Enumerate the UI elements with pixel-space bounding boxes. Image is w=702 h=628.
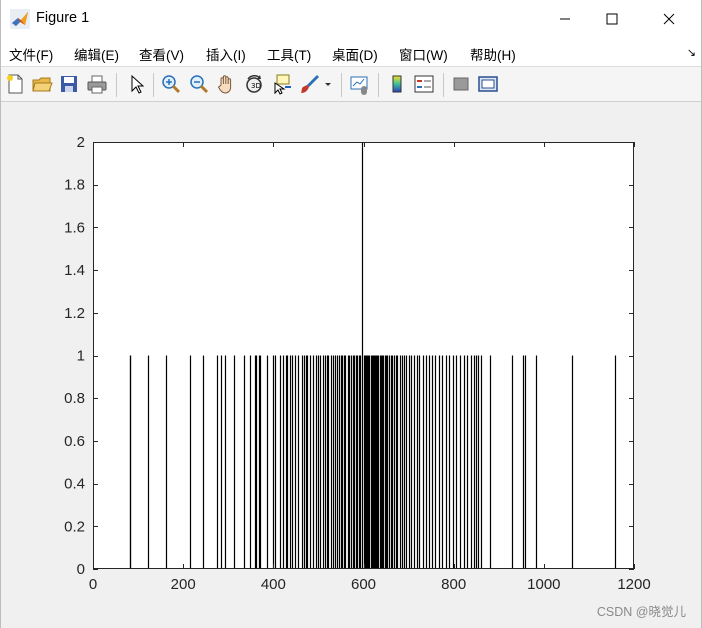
link-plot-icon[interactable] xyxy=(349,73,371,95)
x-tick-label: 600 xyxy=(351,576,376,593)
close-icon xyxy=(663,13,675,25)
toolbar-separator xyxy=(341,73,342,97)
figure-canvas: 0 200 400 600 800 1000 1200 0 0.2 0.4 0.6 0.8 1 1.2 1.… xyxy=(0,102,702,628)
y-tick-label: 0.2 xyxy=(64,518,85,535)
rotate-3d-icon[interactable]: 3D xyxy=(243,73,265,95)
svg-text:3D: 3D xyxy=(251,82,261,90)
dock-arrow-icon[interactable]: ↘ xyxy=(687,46,696,59)
hide-plot-tools-icon[interactable] xyxy=(450,73,472,95)
plot-figure[interactable]: 0 200 400 600 800 1000 1200 0 0.2 0.4 0.6 0.8 1 1.2 1.… xyxy=(0,102,702,628)
y-tick-label: 2 xyxy=(77,134,85,151)
y-tick-label: 1.2 xyxy=(64,305,85,322)
save-icon[interactable] xyxy=(58,73,80,95)
y-tick-label: 1 xyxy=(77,348,85,365)
menu-desktop[interactable]: 桌面(D) xyxy=(332,44,378,64)
watermark: CSDN @晓觉儿 xyxy=(596,605,686,619)
zoom-in-icon[interactable] xyxy=(160,73,182,95)
x-tick-label: 1200 xyxy=(617,576,650,593)
y-tick-label: 0.4 xyxy=(64,476,85,493)
menu-file[interactable]: 文件(F) xyxy=(9,44,53,64)
menu-edit[interactable]: 编辑(E) xyxy=(74,44,119,64)
plot-area-background[interactable] xyxy=(93,142,634,569)
menu-insert[interactable]: 插入(I) xyxy=(206,44,246,64)
window-edge-left xyxy=(0,0,1,628)
menu-bar: 文件(F) 编辑(E) 查看(V) 插入(I) 工具(T) 桌面(D) 窗口(W… xyxy=(0,38,702,66)
pan-hand-icon[interactable] xyxy=(215,73,237,95)
select-arrow-icon[interactable] xyxy=(126,73,148,95)
print-icon[interactable] xyxy=(86,73,108,95)
menu-tools[interactable]: 工具(T) xyxy=(267,44,311,64)
zoom-out-icon[interactable] xyxy=(188,73,210,95)
y-tick-label: 0.8 xyxy=(64,390,85,407)
minimize-icon xyxy=(560,18,570,20)
maximize-button[interactable] xyxy=(589,0,635,38)
toolbar-separator xyxy=(116,73,117,97)
title-bar: Figure 1 xyxy=(0,0,702,38)
data-cursor-icon[interactable] xyxy=(271,73,293,95)
y-tick-label: 0.6 xyxy=(64,433,85,450)
axes: 0 200 400 600 800 1000 1200 0 0.2 0.4 0.6 0.8 1 1.2 1.… xyxy=(64,134,651,593)
toolbar-separator xyxy=(378,73,379,97)
menu-window[interactable]: 窗口(W) xyxy=(399,44,448,64)
open-file-icon[interactable] xyxy=(31,73,53,95)
y-tick-label: 1.6 xyxy=(64,219,85,236)
y-tick-label: 0 xyxy=(77,561,85,578)
y-tick-label: 1.8 xyxy=(64,177,85,194)
x-tick-label: 400 xyxy=(261,576,286,593)
menu-view[interactable]: 查看(V) xyxy=(139,44,184,64)
toolbar-separator xyxy=(153,73,154,97)
legend-icon[interactable] xyxy=(413,73,435,95)
minimize-button[interactable] xyxy=(542,0,588,38)
figure-toolbar: 3D xyxy=(0,66,702,102)
close-button[interactable] xyxy=(646,0,692,38)
window-title: Figure 1 xyxy=(36,10,90,26)
maximize-icon xyxy=(606,13,618,25)
x-tick-label: 200 xyxy=(171,576,196,593)
x-tick-label: 0 xyxy=(89,576,97,593)
menu-help[interactable]: 帮助(H) xyxy=(470,44,516,64)
x-tick-label: 1000 xyxy=(527,576,560,593)
new-figure-icon[interactable] xyxy=(4,73,26,95)
colorbar-icon[interactable] xyxy=(386,73,408,95)
show-plot-tools-icon[interactable] xyxy=(477,73,499,95)
brush-icon[interactable] xyxy=(299,73,321,95)
toolbar-separator xyxy=(443,73,444,97)
x-tick-label: 800 xyxy=(441,576,466,593)
matlab-logo-icon xyxy=(10,9,30,29)
brush-dropdown-icon[interactable] xyxy=(322,73,334,95)
y-tick-label: 1.4 xyxy=(64,262,85,279)
